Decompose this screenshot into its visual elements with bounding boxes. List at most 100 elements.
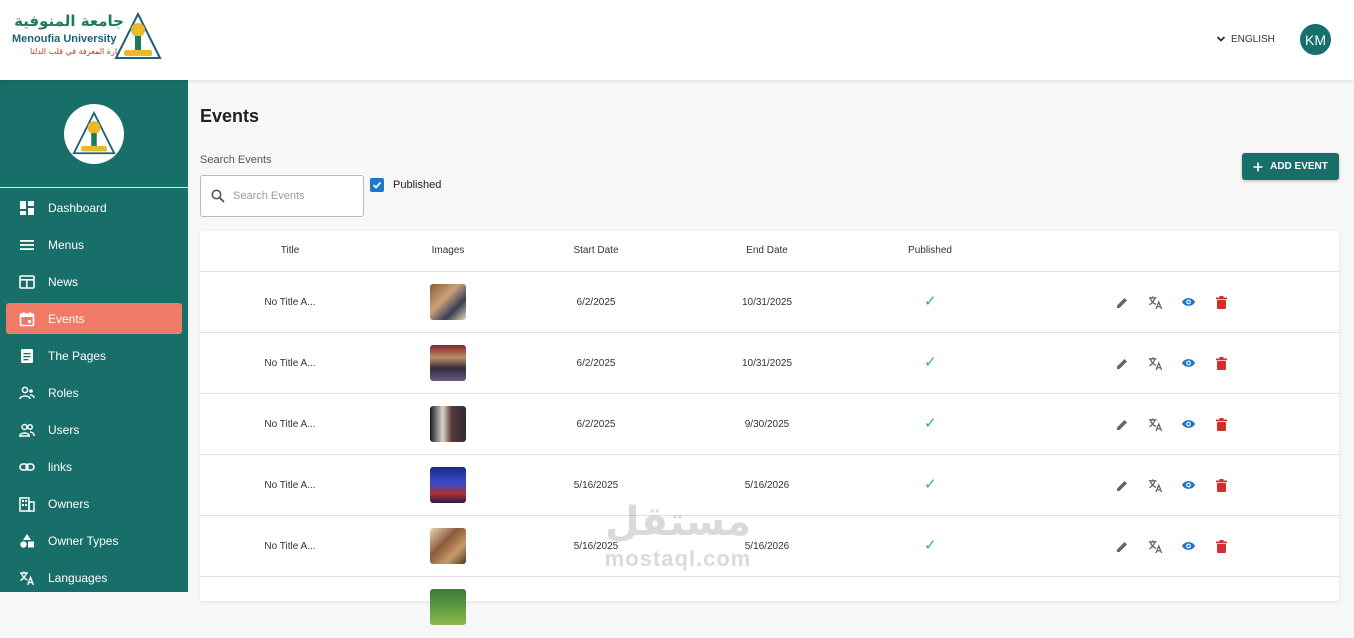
sidebar-item-label: News (48, 274, 79, 289)
sidebar-item-owner-types[interactable]: Owner Types (6, 525, 182, 556)
event-end-date: 9/30/2025 (744, 419, 790, 430)
calendar-icon (18, 310, 36, 328)
user-avatar[interactable]: KM (1300, 24, 1331, 55)
dashboard-icon (18, 199, 36, 217)
published-filter-label: Published (393, 179, 442, 191)
table-row: No Title A... 5/16/2025 5/16/2026 ✓ (200, 455, 1339, 516)
sidebar-item-events[interactable]: Events (6, 303, 182, 334)
view-icon[interactable] (1180, 416, 1196, 432)
event-start-date: 5/16/2025 (573, 480, 619, 491)
top-bar: جامعة المنوفية Menoufia University منارة… (0, 0, 1354, 80)
translate-icon[interactable] (1147, 477, 1163, 493)
university-logo[interactable]: جامعة المنوفية Menoufia University منارة… (10, 10, 162, 66)
table-row: No Title A... 6/2/2025 10/31/2025 ✓ (200, 333, 1339, 394)
event-image-thumbnail[interactable] (430, 589, 466, 625)
page-title: Events (200, 106, 260, 126)
published-check-icon: ✓ (924, 293, 937, 310)
event-end-date: 10/31/2025 (741, 358, 793, 369)
event-title: No Title A... (264, 358, 316, 369)
delete-icon[interactable] (1213, 294, 1229, 310)
column-header-start-date[interactable]: Start Date (573, 245, 618, 256)
delete-icon[interactable] (1213, 538, 1229, 554)
search-label: Search Events (200, 154, 272, 166)
table-row: No Title A... 6/2/2025 9/30/2025 ✓ (200, 394, 1339, 455)
logo-english-name: Menoufia University (12, 33, 117, 45)
check-icon (372, 181, 382, 189)
event-end-date: 5/16/2026 (744, 541, 790, 552)
sidebar-item-dashboard[interactable]: Dashboard (6, 192, 182, 223)
logo-arabic-tagline: منارة المعرفة في قلب الدلتا (29, 47, 124, 56)
event-end-date: 5/16/2026 (744, 480, 790, 491)
delete-icon[interactable] (1213, 355, 1229, 371)
edit-icon[interactable] (1114, 294, 1130, 310)
published-checkbox[interactable] (370, 178, 384, 192)
delete-icon[interactable] (1213, 477, 1229, 493)
view-icon[interactable] (1180, 294, 1196, 310)
sidebar-item-owners[interactable]: Owners (6, 488, 182, 519)
column-header-published[interactable]: Published (908, 245, 952, 256)
translate-icon[interactable] (1147, 538, 1163, 554)
sidebar-item-news[interactable]: News (6, 266, 182, 297)
university-emblem-icon (72, 111, 116, 155)
roles-icon (18, 384, 36, 402)
search-icon (211, 189, 225, 203)
translate-icon[interactable] (1147, 355, 1163, 371)
edit-icon[interactable] (1114, 477, 1130, 493)
sidebar-item-roles[interactable]: Roles (6, 377, 182, 408)
event-image-thumbnail[interactable] (430, 467, 466, 503)
event-image-thumbnail[interactable] (430, 284, 466, 320)
plus-icon (1253, 162, 1263, 171)
sidebar-item-links[interactable]: links (6, 451, 182, 482)
view-icon[interactable] (1180, 538, 1196, 554)
sidebar-item-users[interactable]: Users (6, 414, 182, 445)
pages-icon (18, 347, 36, 365)
sidebar-item-label: Languages (48, 570, 108, 585)
building-icon (18, 495, 36, 513)
event-end-date: 10/31/2025 (741, 297, 793, 308)
event-image-thumbnail[interactable] (430, 528, 466, 564)
translate-icon[interactable] (1147, 416, 1163, 432)
sidebar-item-the-pages[interactable]: The Pages (6, 340, 182, 371)
edit-icon[interactable] (1114, 538, 1130, 554)
sidebar-item-label: links (48, 459, 73, 474)
column-header-end-date[interactable]: End Date (746, 245, 788, 256)
sidebar-item-label: Menus (48, 237, 85, 252)
table-row (200, 577, 1339, 638)
menu-icon (18, 236, 36, 254)
category-icon (18, 532, 36, 550)
translate-icon[interactable] (1147, 294, 1163, 310)
add-event-label: ADD EVENT (1270, 161, 1328, 172)
sidebar-item-languages[interactable]: Languages (6, 562, 182, 593)
published-filter[interactable]: Published (370, 178, 441, 192)
view-icon[interactable] (1180, 355, 1196, 371)
add-event-button[interactable]: ADD EVENT (1242, 153, 1339, 180)
event-image-thumbnail[interactable] (430, 406, 466, 442)
edit-icon[interactable] (1114, 416, 1130, 432)
event-start-date: 6/2/2025 (576, 358, 616, 369)
sidebar-item-menus[interactable]: Menus (6, 229, 182, 260)
event-title: No Title A... (264, 297, 316, 308)
news-icon (18, 273, 36, 291)
events-table: Title Images Start Date End Date Publish… (200, 231, 1339, 625)
sidebar-item-label: Events (48, 311, 85, 326)
table-header: Title Images Start Date End Date Publish… (200, 231, 1339, 272)
sidebar: Dashboard Menus News Events The Pages Ro… (0, 80, 188, 592)
search-input[interactable] (233, 190, 353, 202)
edit-icon[interactable] (1114, 355, 1130, 371)
chevron-down-icon (1216, 36, 1226, 42)
published-check-icon: ✓ (924, 415, 937, 432)
users-icon (18, 421, 36, 439)
link-icon (18, 458, 36, 476)
event-start-date: 5/16/2025 (573, 541, 619, 552)
view-icon[interactable] (1180, 477, 1196, 493)
language-selector[interactable]: ENGLISH (1216, 30, 1275, 48)
sidebar-item-label: Roles (48, 385, 79, 400)
delete-icon[interactable] (1213, 416, 1229, 432)
column-header-title[interactable]: Title (281, 245, 300, 256)
column-header-images[interactable]: Images (432, 245, 465, 256)
search-field[interactable] (200, 175, 364, 217)
sidebar-logo (64, 104, 124, 164)
published-check-icon: ✓ (924, 476, 937, 493)
sidebar-item-label: Owner Types (48, 533, 119, 548)
event-image-thumbnail[interactable] (430, 345, 466, 381)
